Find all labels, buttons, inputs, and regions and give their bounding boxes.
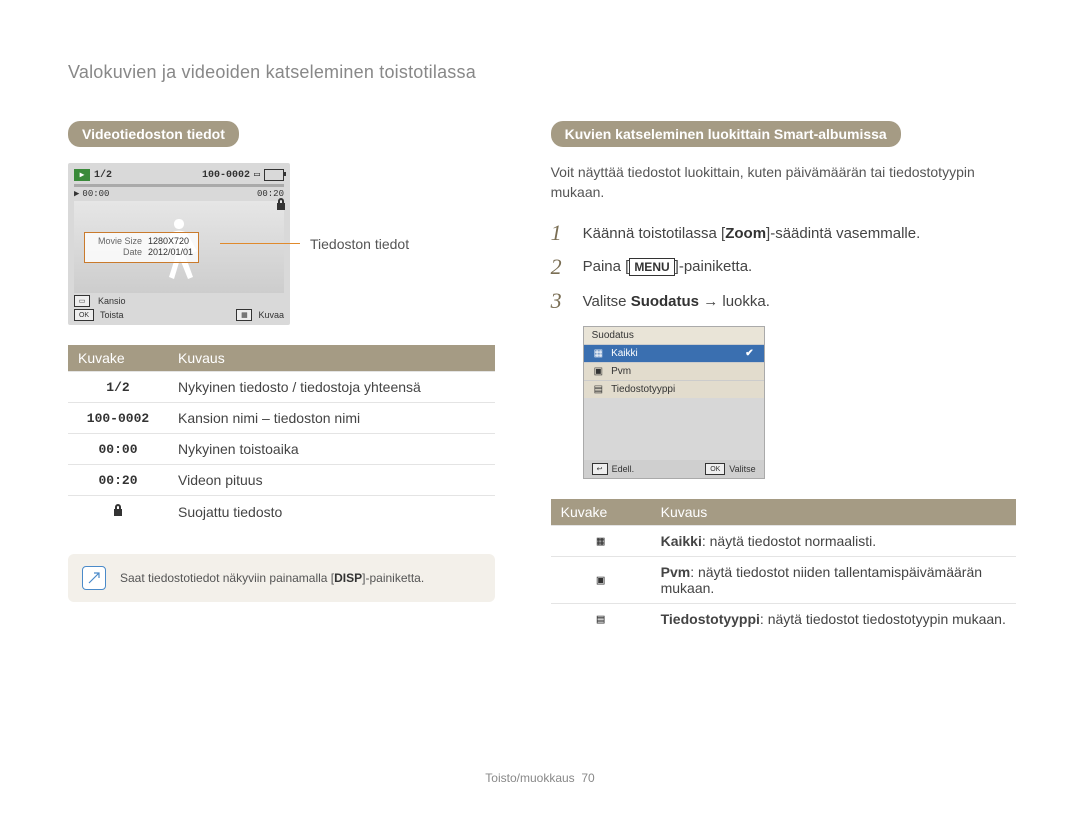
table-row: 1/2Nykyinen tiedosto / tiedostoja yhteen… bbox=[68, 372, 495, 403]
col-icon-header: Kuvake bbox=[551, 499, 651, 526]
step-3: 3 Valitse Suodatus → luokka. bbox=[551, 288, 1016, 314]
breadcrumb: Valokuvien ja videoiden katseleminen toi… bbox=[68, 62, 1016, 83]
step-1: 1 Käännä toistotilassa [Zoom]-säädintä v… bbox=[551, 220, 1016, 246]
table-row: ▣Pvm: näytä tiedostot niiden tallentamis… bbox=[551, 557, 1016, 604]
table-row: ▤Tiedostotyyppi: näytä tiedostot tiedost… bbox=[551, 604, 1016, 635]
filter-option-date: ▣ Pvm bbox=[584, 362, 764, 380]
table-row: Suojattu tiedosto bbox=[68, 496, 495, 529]
video-info-legend-table: Kuvake Kuvaus 1/2Nykyinen tiedosto / tie… bbox=[68, 345, 495, 528]
file-info-callout-label: Tiedoston tiedot bbox=[310, 236, 409, 252]
note-text: Saat tiedostotiedot näkyviin painamalla … bbox=[120, 571, 424, 585]
filetype-icon: ▤ bbox=[594, 384, 603, 395]
note-icon bbox=[82, 566, 106, 590]
memory-icon: ▭ bbox=[254, 169, 260, 181]
filetype-icon: ▤ bbox=[597, 612, 605, 627]
table-row: ▦Kaikki: näytä tiedostot normaalisti. bbox=[551, 526, 1016, 557]
screen-counter: 1/2 bbox=[94, 170, 112, 181]
camera-screen-preview: ▶ 1/2 100-0002 ▭ ▶00:00 00:20 bbox=[68, 163, 290, 325]
col-icon-header: Kuvake bbox=[68, 345, 168, 372]
filter-option-filetype: ▤ Tiedostotyyppi bbox=[584, 380, 764, 398]
step-2: 2 Paina [MENU]-painiketta. bbox=[551, 254, 1016, 280]
table-row: 100-0002Kansion nimi – tiedoston nimi bbox=[68, 403, 495, 434]
play-small-icon: ▶ bbox=[74, 189, 79, 199]
filter-menu-screen: Suodatus ▦ Kaikki ✔ ▣ Pvm ▤ Tiedostotyyp… bbox=[583, 326, 765, 479]
check-icon: ✔ bbox=[745, 348, 753, 359]
col-desc-header: Kuvaus bbox=[651, 499, 1016, 526]
filter-option-all: ▦ Kaikki ✔ bbox=[584, 344, 764, 362]
info-note: Saat tiedostotiedot näkyviin painamalla … bbox=[68, 554, 495, 602]
screen-filename: 100-0002 bbox=[202, 170, 250, 181]
play-icon: ▶ bbox=[74, 169, 90, 181]
calendar-icon: ▣ bbox=[594, 366, 603, 377]
filter-all-icon: ▦ bbox=[594, 348, 603, 359]
lock-icon bbox=[111, 505, 125, 520]
ok-icon: OK bbox=[74, 309, 94, 321]
ok-icon: OK bbox=[705, 463, 725, 475]
arrow-right-icon: → bbox=[703, 293, 718, 310]
page-footer: Toisto/muokkaus 70 bbox=[0, 771, 1080, 785]
section-title-video-info: Videotiedoston tiedot bbox=[68, 121, 239, 147]
thumb-icon: ▦ bbox=[236, 309, 252, 321]
menu-button-label: MENU bbox=[629, 258, 674, 276]
filter-legend-table: Kuvake Kuvaus ▦Kaikki: näytä tiedostot n… bbox=[551, 499, 1016, 634]
table-row: 00:20Videon pituus bbox=[68, 465, 495, 496]
section-title-smart-album: Kuvien katseleminen luokittain Smart-alb… bbox=[551, 121, 901, 147]
battery-icon bbox=[264, 169, 284, 181]
filter-header: Suodatus bbox=[584, 327, 764, 344]
file-info-overlay: Movie Size1280X720 Date2012/01/01 bbox=[84, 232, 199, 263]
col-desc-header: Kuvaus bbox=[168, 345, 495, 372]
filter-all-icon: ▦ bbox=[597, 534, 605, 549]
table-row: 00:00Nykyinen toistoaika bbox=[68, 434, 495, 465]
back-icon: ↩ bbox=[592, 463, 608, 475]
folder-icon: ▭ bbox=[74, 295, 90, 307]
intro-text: Voit näyttää tiedostot luokittain, kuten… bbox=[551, 163, 1016, 202]
calendar-icon: ▣ bbox=[597, 573, 605, 588]
